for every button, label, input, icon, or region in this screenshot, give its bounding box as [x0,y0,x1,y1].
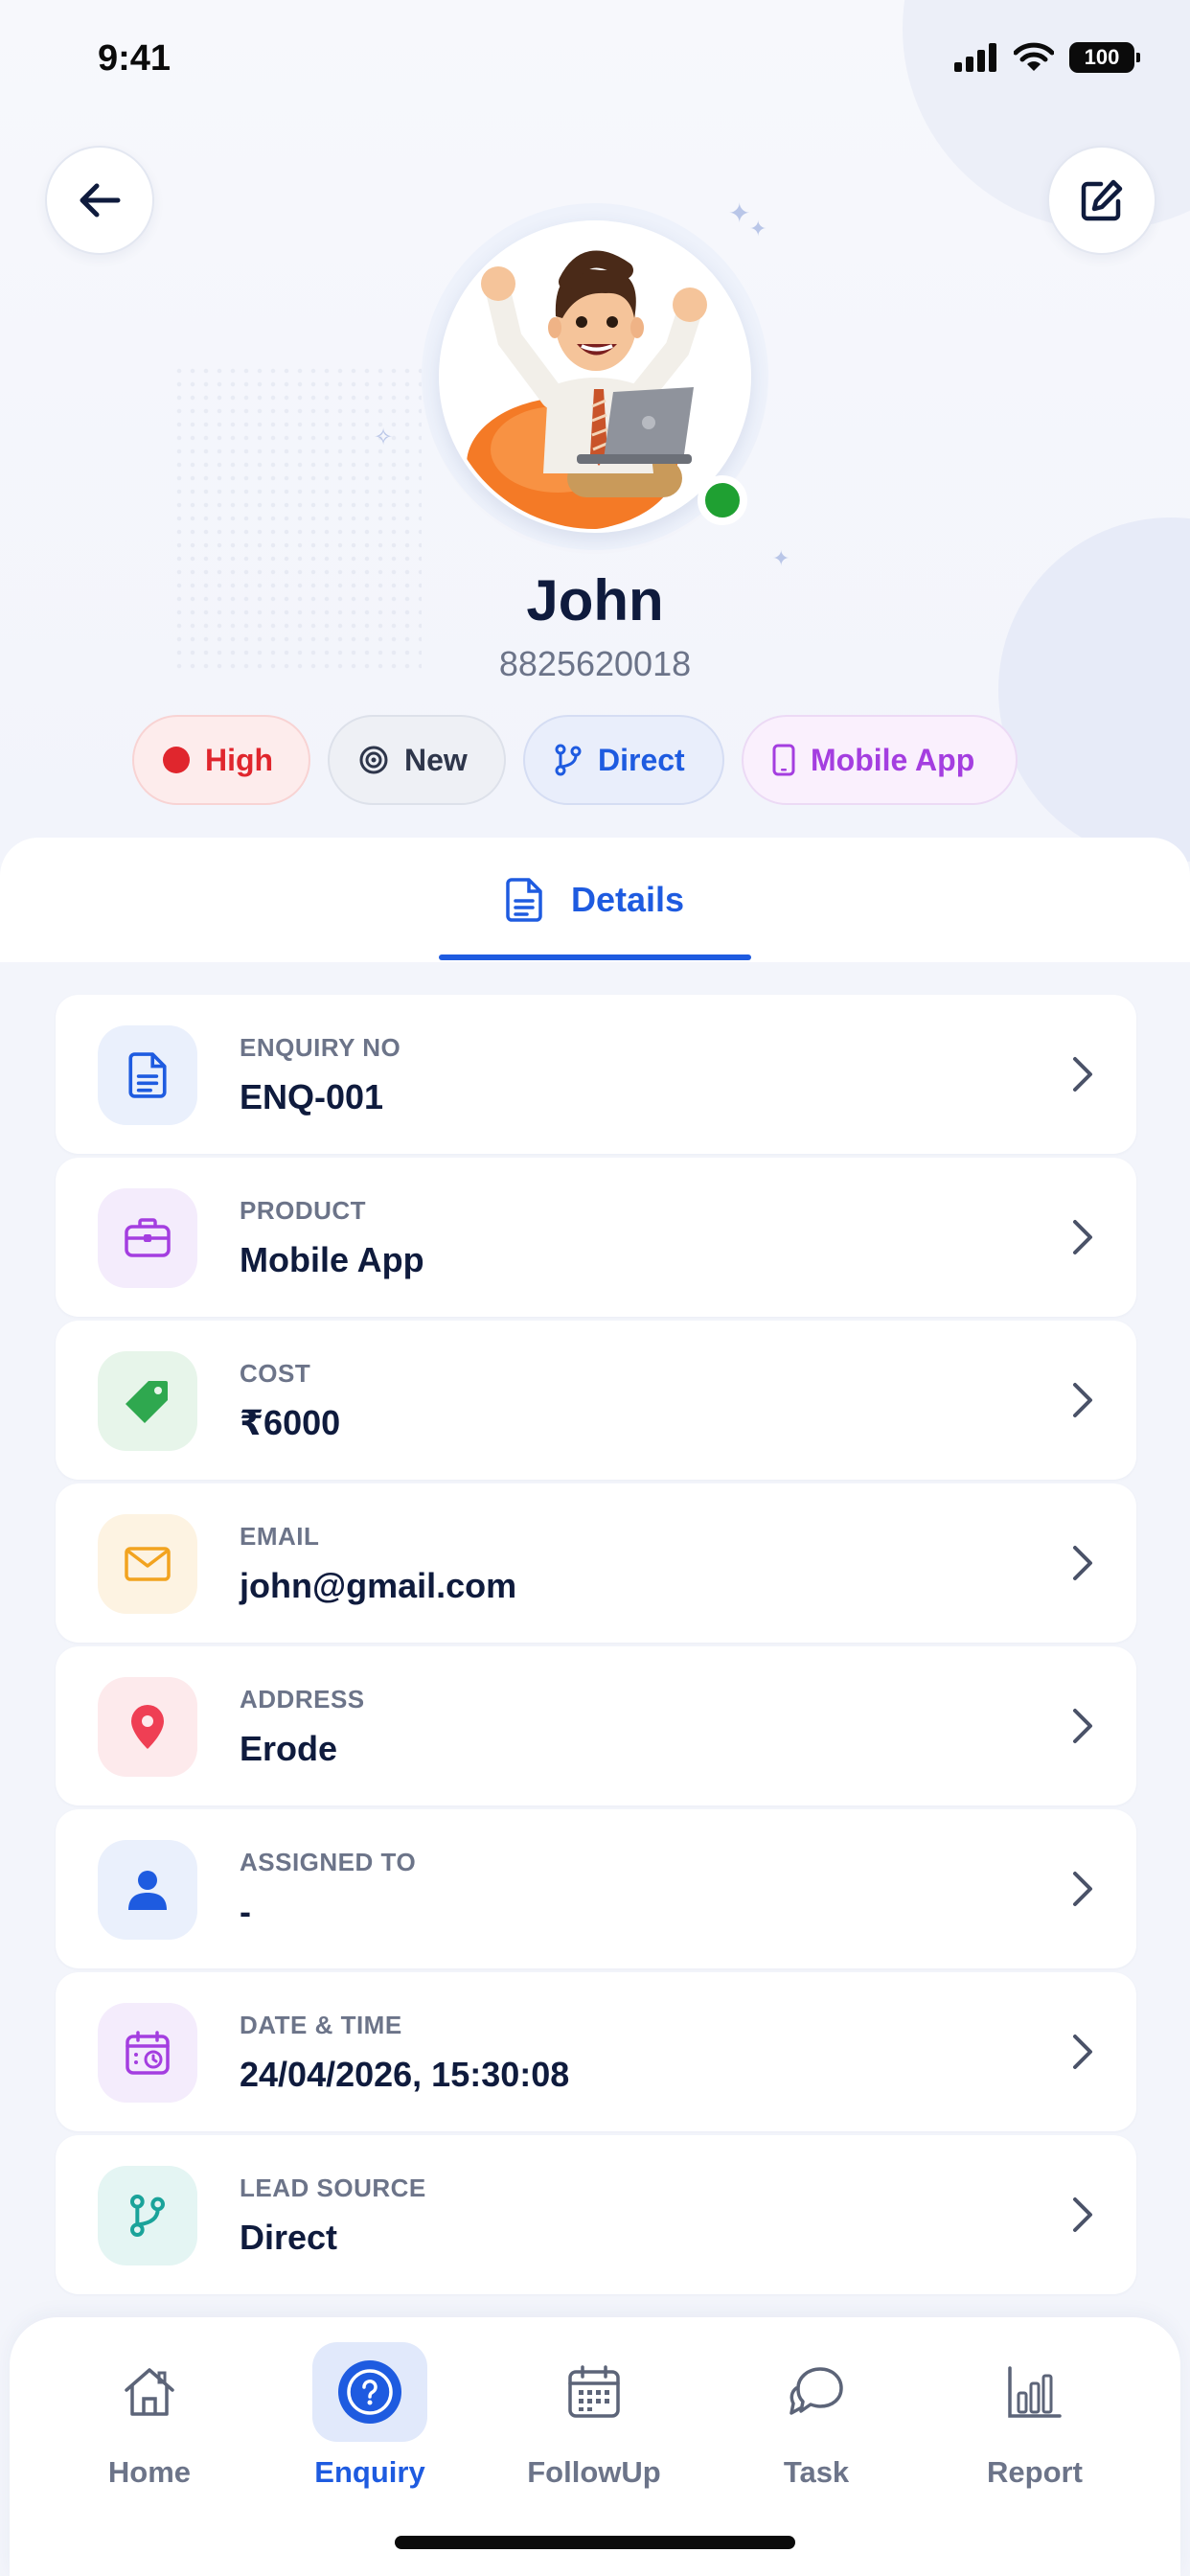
chevron-right-icon [1073,2197,1092,2232]
tab-active-indicator [439,954,751,960]
profile-phone[interactable]: 8825620018 [0,644,1190,684]
branch-icon [555,744,582,776]
tab-bar: Details [0,838,1190,962]
status-chips: High New Direct Mobile App [132,715,1018,805]
calendar-icon [537,2342,652,2442]
online-status-dot [698,475,747,525]
nav-label: Enquiry [314,2455,425,2489]
row-value: Erode [240,1729,338,1768]
detail-row-cost[interactable]: COST ₹6000 [56,1321,1136,1480]
sparkle-icon: ✦ [749,217,767,241]
row-value: 24/04/2026, 15:30:08 [240,2055,570,2094]
row-label: ASSIGNED TO [240,1848,417,1876]
branch-icon [98,2166,197,2266]
chip-label: New [404,742,468,777]
row-label: ADDRESS [240,1685,365,1714]
chip-label: High [205,742,274,777]
row-label: COST [240,1359,311,1388]
status-bar: 9:41 100 [0,0,1190,125]
phone-icon [772,744,795,776]
document-icon [98,1025,197,1125]
detail-row-assigned-to[interactable]: ASSIGNED TO - [56,1809,1136,1968]
nav-label: Home [107,2455,192,2489]
chevron-right-icon [1073,1709,1092,1743]
row-label: ENQUIRY NO [240,1033,401,1062]
arrow-left-icon [80,183,121,218]
nav-report[interactable]: Report [939,2342,1131,2515]
tab-details[interactable]: Details [439,838,751,962]
cellular-signal-icon [954,43,996,72]
chevron-right-icon [1073,1872,1092,1906]
question-icon [312,2342,427,2442]
row-label: DATE & TIME [240,2011,402,2039]
priority-chip[interactable]: High [132,715,310,805]
edit-icon [1081,179,1123,221]
location-pin-icon [98,1677,197,1777]
mail-icon [98,1514,197,1614]
sparkle-icon: ✧ [374,425,394,450]
profile-name: John [526,568,664,632]
back-button[interactable] [45,146,154,255]
detail-row-enquiry-no[interactable]: ENQUIRY NO ENQ-001 [56,995,1136,1154]
source-chip[interactable]: Direct [523,715,724,805]
detail-row-product[interactable]: PRODUCT Mobile App [56,1158,1136,1317]
target-icon [359,746,388,774]
chevron-right-icon [1073,1383,1092,1417]
status-chip[interactable]: New [328,715,506,805]
row-value: - [240,1892,251,1931]
chevron-right-icon [1073,1546,1092,1580]
row-value: Direct [240,2218,338,2257]
row-label: LEAD SOURCE [240,2174,426,2202]
nav-followup[interactable]: FollowUp [498,2342,690,2515]
calendar-clock-icon [98,2003,197,2103]
detail-row-date-time[interactable]: DATE & TIME 24/04/2026, 15:30:08 [56,1972,1136,2131]
avatar-illustration [443,224,747,529]
nav-home[interactable]: Home [54,2342,245,2515]
chevron-right-icon [1073,1057,1092,1092]
status-icons: 100 [954,42,1140,73]
home-icon [92,2342,207,2442]
row-value: ENQ-001 [240,1077,384,1116]
chip-label: Mobile App [811,742,975,777]
edit-button[interactable] [1047,146,1156,255]
nav-task[interactable]: Task [721,2342,912,2515]
detail-row-email[interactable]: EMAIL john@gmail.com [56,1484,1136,1643]
chip-label: Direct [598,742,685,777]
briefcase-icon [98,1188,197,1288]
nav-label: Task [783,2455,850,2489]
status-time: 9:41 [98,38,172,79]
nav-label: FollowUp [527,2455,661,2489]
chevron-right-icon [1073,1220,1092,1254]
document-icon [506,878,542,922]
row-value: ₹6000 [240,1403,341,1442]
chat-bubble-icon [759,2342,874,2442]
home-indicator [395,2536,795,2549]
user-icon [98,1840,197,1940]
bar-chart-icon [977,2342,1092,2442]
red-dot-icon [163,747,190,773]
sparkle-icon: ✦ [728,198,751,228]
battery-indicator: 100 [1069,42,1140,73]
nav-enquiry[interactable]: Enquiry [274,2342,466,2515]
row-label: PRODUCT [240,1196,367,1225]
nav-label: Report [987,2455,1083,2489]
row-value: Mobile App [240,1240,424,1279]
details-list: ENQUIRY NO ENQ-001 PRODUCT Mobile App CO… [56,995,1136,2298]
detail-row-lead-source[interactable]: LEAD SOURCE Direct [56,2135,1136,2294]
row-value: john@gmail.com [240,1566,517,1605]
wifi-icon [1014,42,1054,71]
row-label: EMAIL [240,1522,320,1551]
channel-chip[interactable]: Mobile App [742,715,1018,805]
tab-label: Details [570,880,685,919]
price-tag-icon [98,1351,197,1451]
chevron-right-icon [1073,2035,1092,2069]
detail-row-address[interactable]: ADDRESS Erode [56,1646,1136,1806]
